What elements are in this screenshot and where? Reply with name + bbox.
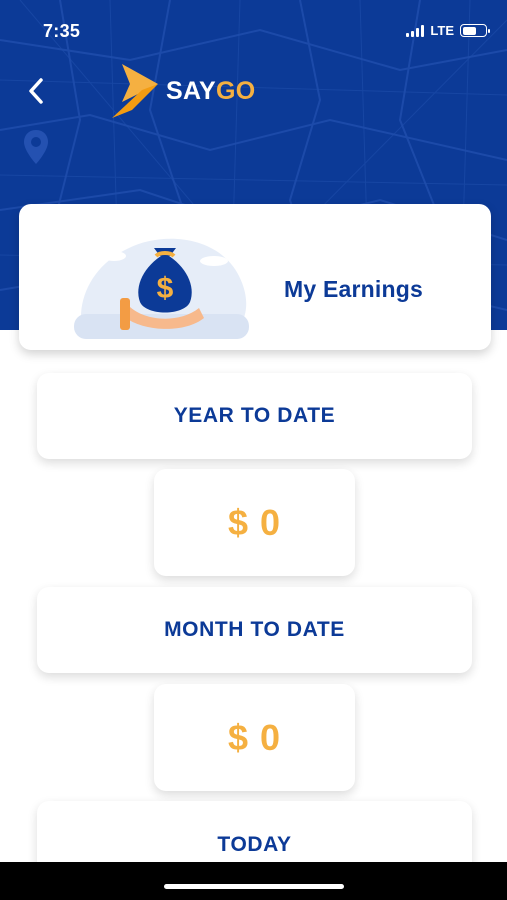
network-label: LTE: [430, 23, 454, 38]
year-to-date-card[interactable]: YEAR TO DATE: [37, 373, 472, 459]
today-label: TODAY: [217, 833, 292, 856]
status-bar: 7:35 LTE: [0, 0, 507, 60]
status-indicators: LTE: [406, 23, 490, 38]
home-bar: [0, 862, 507, 900]
brand-name: SAYGO: [166, 76, 256, 105]
saygo-logo-icon: [112, 64, 158, 118]
svg-text:$: $: [157, 272, 174, 305]
battery-icon: [460, 24, 490, 37]
month-to-date-value-card: $ 0: [154, 684, 355, 791]
signal-icon: [406, 24, 425, 37]
year-to-date-label: YEAR TO DATE: [173, 404, 336, 427]
brand-logo: SAYGO: [112, 62, 256, 120]
back-button[interactable]: [20, 74, 52, 108]
my-earnings-card: $ My Earnings: [19, 204, 491, 350]
home-indicator[interactable]: [164, 884, 344, 889]
status-time: 7:35: [43, 21, 81, 41]
money-bag-icon: $: [74, 238, 249, 339]
month-to-date-card[interactable]: MONTH TO DATE: [37, 587, 472, 673]
year-to-date-value: $ 0: [227, 501, 282, 543]
chevron-left-icon: [29, 78, 43, 104]
page-title: My Earnings: [284, 276, 423, 302]
year-to-date-value-card: $ 0: [154, 469, 355, 576]
month-to-date-label: MONTH TO DATE: [164, 618, 345, 641]
month-to-date-value: $ 0: [227, 716, 282, 758]
map-pin-icon: [24, 130, 48, 164]
